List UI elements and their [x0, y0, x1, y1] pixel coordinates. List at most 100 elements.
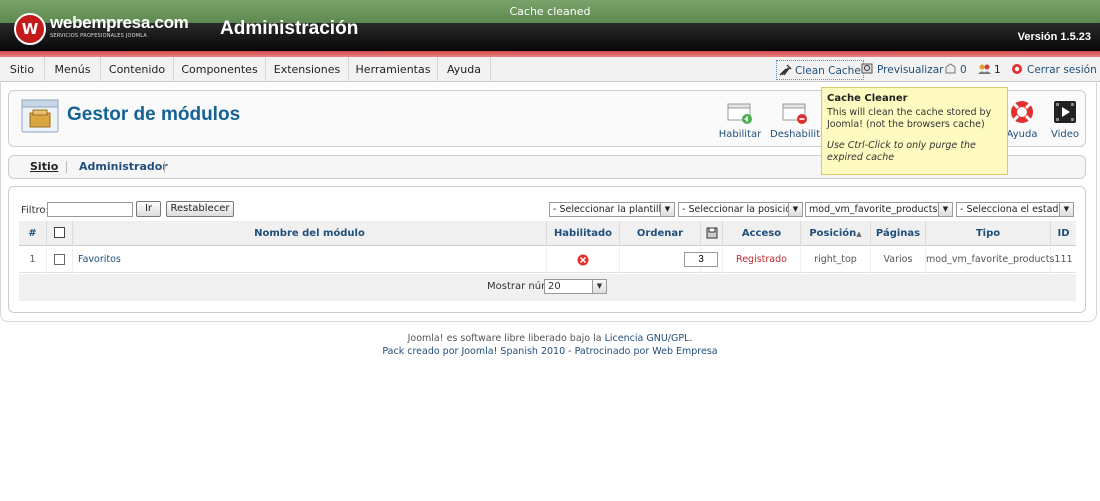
table-row: 1 Favoritos Registrado right_top Varios … — [19, 247, 1076, 273]
tab-administrador[interactable]: Administrador — [79, 156, 168, 178]
enable-button[interactable]: Habilitar — [715, 99, 765, 140]
webempresa-logo-icon: W — [14, 13, 46, 45]
state-select-value: - Selecciona el estado - — [960, 204, 1071, 215]
col-save-order[interactable] — [701, 221, 723, 246]
page-title: Gestor de módulos — [67, 104, 241, 125]
menu-componentes[interactable]: Componentes — [174, 57, 266, 82]
save-order-icon — [706, 227, 717, 239]
col-order[interactable]: Ordenar — [620, 221, 701, 246]
tooltip-note: Use Ctrl-Click to only purge the expired… — [827, 140, 976, 163]
col-access[interactable]: Acceso — [723, 221, 801, 246]
menu-sitio[interactable]: Sitio — [0, 57, 45, 82]
messages-link[interactable]: 0 — [944, 60, 967, 80]
sort-asc-icon: ▲ — [856, 230, 862, 238]
menu-menus[interactable]: Menús — [45, 57, 101, 82]
module-name-link[interactable]: Favoritos — [73, 247, 547, 273]
position-select-value: - Seleccionar la posición - — [682, 204, 803, 215]
lifebuoy-icon — [1009, 99, 1035, 125]
tab-separator — [164, 161, 165, 173]
go-button[interactable]: Ir — [136, 201, 161, 217]
menu-herramientas[interactable]: Herramientas — [349, 57, 438, 82]
table-footer: Mostrar núm. 20 ▼ — [19, 274, 1076, 301]
footer-joomla-text: Joomla! es software libre liberado bajo … — [407, 333, 605, 344]
disable-button[interactable]: Deshabilitar — [770, 99, 830, 140]
logout-label: Cerrar sesión — [1027, 64, 1097, 76]
chevron-down-icon: ▼ — [788, 203, 802, 216]
col-pages[interactable]: Páginas — [871, 221, 926, 246]
module-manager-icon — [21, 99, 59, 133]
filter-input[interactable] — [47, 202, 133, 217]
reset-button[interactable]: Restablecer — [166, 201, 234, 217]
col-position[interactable]: Posición▲ — [801, 221, 871, 246]
logout-icon — [1012, 64, 1022, 74]
row-order-spacer — [701, 247, 723, 273]
messages-count: 0 — [960, 64, 967, 76]
video-button[interactable]: Video — [1040, 99, 1090, 140]
tab-sitio[interactable]: Sitio — [30, 156, 58, 178]
video-icon — [1052, 99, 1078, 125]
version-label: Versión 1.5.23 — [1017, 31, 1091, 43]
credits-link[interactable]: Pack creado por Joomla! Spanish 2010 - P… — [382, 346, 717, 357]
logout-link[interactable]: Cerrar sesión — [1011, 60, 1097, 80]
main-menu: Sitio Menús Contenido Componentes Extens… — [0, 57, 1100, 82]
row-order — [620, 247, 718, 273]
cache-cleaner-tooltip: Cache Cleaner This will clean the cache … — [821, 87, 1008, 175]
license-link[interactable]: Licencia GNU/GPL — [605, 333, 690, 344]
chevron-down-icon: ▼ — [938, 203, 952, 216]
select-all-checkbox[interactable] — [54, 227, 65, 238]
limit-select[interactable]: 20 ▼ — [544, 279, 607, 294]
row-enabled — [547, 247, 620, 273]
preview-link[interactable]: Previsualizar — [861, 60, 943, 80]
disabled-status-icon[interactable] — [577, 254, 589, 266]
position-select[interactable]: - Seleccionar la posición - ▼ — [678, 202, 803, 217]
clean-cache-label: Clean Cache — [795, 65, 861, 77]
preview-icon — [861, 63, 873, 74]
disable-icon — [782, 99, 808, 125]
enable-icon — [727, 99, 753, 125]
clean-cache-link[interactable]: Clean Cache — [776, 60, 864, 80]
row-checkbox[interactable] — [54, 254, 65, 265]
row-id: 111 — [1054, 254, 1073, 265]
template-select-value: - Seleccionar la plantilla - — [553, 204, 674, 215]
users-icon — [978, 64, 991, 74]
table-header: # Nombre del módulo Habilitado Ordenar A… — [19, 221, 1076, 246]
preview-label: Previsualizar — [877, 64, 944, 76]
menu-contenido[interactable]: Contenido — [101, 57, 174, 82]
logo-name: webempresa.com — [50, 13, 189, 32]
footer-line-2: Pack creado por Joomla! Spanish 2010 - P… — [0, 345, 1100, 358]
col-type[interactable]: Tipo — [926, 221, 1051, 246]
chevron-down-icon: ▼ — [660, 203, 674, 216]
messages-icon — [945, 63, 956, 74]
video-label: Video — [1050, 129, 1080, 140]
admin-title: Administración — [220, 18, 359, 39]
broom-icon — [779, 64, 792, 76]
col-id[interactable]: ID — [1051, 221, 1076, 246]
menu-ayuda[interactable]: Ayuda — [438, 57, 491, 82]
row-num: 1 — [19, 247, 47, 273]
logo-tagline: SERVICIOS PROFESIONALES JOOMLA — [50, 33, 147, 39]
col-name[interactable]: Nombre del módulo — [73, 221, 547, 246]
col-position-label: Posición — [809, 228, 857, 239]
limit-select-value: 20 — [548, 281, 561, 292]
footer-line-1: Joomla! es software libre liberado bajo … — [0, 332, 1100, 345]
row-pages: Varios — [871, 247, 926, 273]
type-select[interactable]: mod_vm_favorite_products ▼ — [805, 202, 953, 217]
template-select[interactable]: - Seleccionar la plantilla - ▼ — [549, 202, 675, 217]
users-online[interactable]: 1 — [978, 60, 1001, 80]
menu-extensiones[interactable]: Extensiones — [266, 57, 349, 82]
col-select-all — [47, 221, 73, 246]
footer-period: . — [689, 333, 693, 344]
enable-label: Habilitar — [718, 129, 762, 140]
row-access[interactable]: Registrado — [723, 247, 801, 273]
filter-label: Filtro: — [21, 205, 49, 216]
type-select-value: mod_vm_favorite_products — [809, 204, 938, 215]
state-select[interactable]: - Selecciona el estado - ▼ — [956, 202, 1074, 217]
col-enabled[interactable]: Habilitado — [547, 221, 620, 246]
chevron-down-icon: ▼ — [1059, 203, 1073, 216]
chevron-down-icon: ▼ — [592, 280, 606, 293]
tab-separator — [66, 161, 67, 173]
users-count: 1 — [994, 64, 1001, 76]
tooltip-description: This will clean the cache stored by Joom… — [827, 107, 992, 130]
row-type: mod_vm_favorite_products — [926, 247, 1054, 273]
row-select — [47, 247, 73, 273]
